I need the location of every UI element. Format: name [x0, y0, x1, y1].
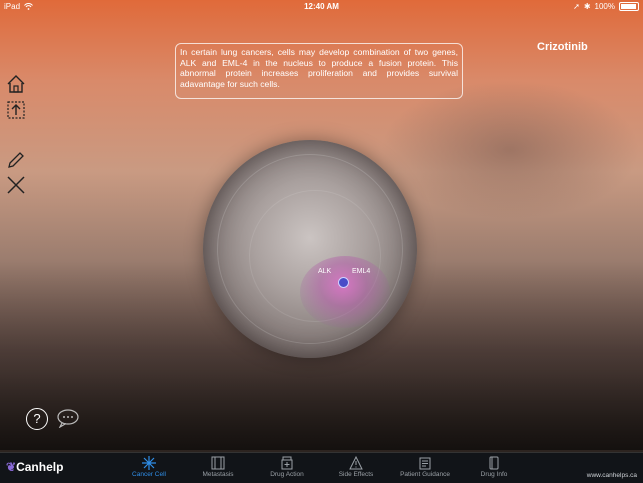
tab-label: Cancer Cell	[132, 471, 166, 478]
close-icon	[7, 176, 25, 194]
help-button[interactable]: ?	[26, 408, 48, 430]
info-box: In certain lung cancers, cells may devel…	[175, 43, 463, 99]
tab-bar: Cancer Cell Metastasis Drug Action Side …	[0, 452, 643, 483]
comment-button[interactable]	[57, 408, 79, 433]
star-burst-icon	[142, 456, 156, 470]
home-icon	[7, 75, 25, 93]
brand-name: Canhelp	[16, 460, 64, 474]
warning-icon	[349, 456, 363, 470]
gene-label-alk: ALK	[318, 268, 332, 275]
ribbon-icon: ❦	[6, 460, 17, 474]
location-icon: ➚	[573, 2, 580, 11]
status-bar: iPad 12:40 AM ➚ ✱ 100%	[0, 0, 643, 14]
tab-metastasis[interactable]: Metastasis	[183, 453, 253, 483]
tab-drug-info[interactable]: Drug Info	[459, 453, 529, 483]
question-icon: ?	[33, 411, 41, 426]
fusion-gene-marker[interactable]	[338, 277, 349, 288]
tab-side-effects[interactable]: Side Effects	[321, 453, 391, 483]
page-title: Crizotinib	[537, 41, 588, 53]
document-icon	[489, 456, 499, 470]
bluetooth-icon: ✱	[583, 2, 591, 11]
cell-nucleus[interactable]	[300, 256, 390, 328]
battery-icon	[619, 2, 639, 11]
tab-label: Drug Action	[270, 471, 304, 478]
pencil-icon	[8, 152, 24, 168]
clipboard-icon	[419, 457, 431, 470]
film-icon	[211, 456, 225, 470]
medicine-bottle-icon	[281, 456, 293, 470]
cancer-cell	[203, 140, 417, 358]
status-right: ➚ ✱ 100%	[573, 2, 639, 11]
tab-label: Drug Info	[480, 471, 508, 478]
footer-url[interactable]: www.canhelps.ca	[587, 472, 637, 479]
clear-button[interactable]	[6, 175, 26, 195]
info-text: In certain lung cancers, cells may devel…	[180, 47, 458, 89]
tab-patient-guidance[interactable]: Patient Guidance	[390, 453, 460, 483]
tab-label: Patient Guidance	[400, 471, 450, 478]
tab-label: Metastasis	[202, 471, 234, 478]
draw-button[interactable]	[6, 150, 26, 170]
gene-label-eml4: EML4	[352, 268, 371, 275]
share-button[interactable]	[6, 100, 26, 120]
share-icon	[7, 101, 25, 119]
tab-drug-action[interactable]: Drug Action	[252, 453, 322, 483]
battery-percent: 100%	[594, 2, 615, 11]
status-time: 12:40 AM	[304, 2, 339, 11]
speech-bubble-icon	[57, 409, 79, 429]
tab-label: Side Effects	[338, 471, 374, 478]
tab-cancer-cell[interactable]: Cancer Cell	[114, 453, 184, 483]
home-button[interactable]	[6, 74, 26, 94]
background-haze	[380, 80, 640, 220]
brand-logo: ❦Canhelp	[6, 460, 63, 474]
